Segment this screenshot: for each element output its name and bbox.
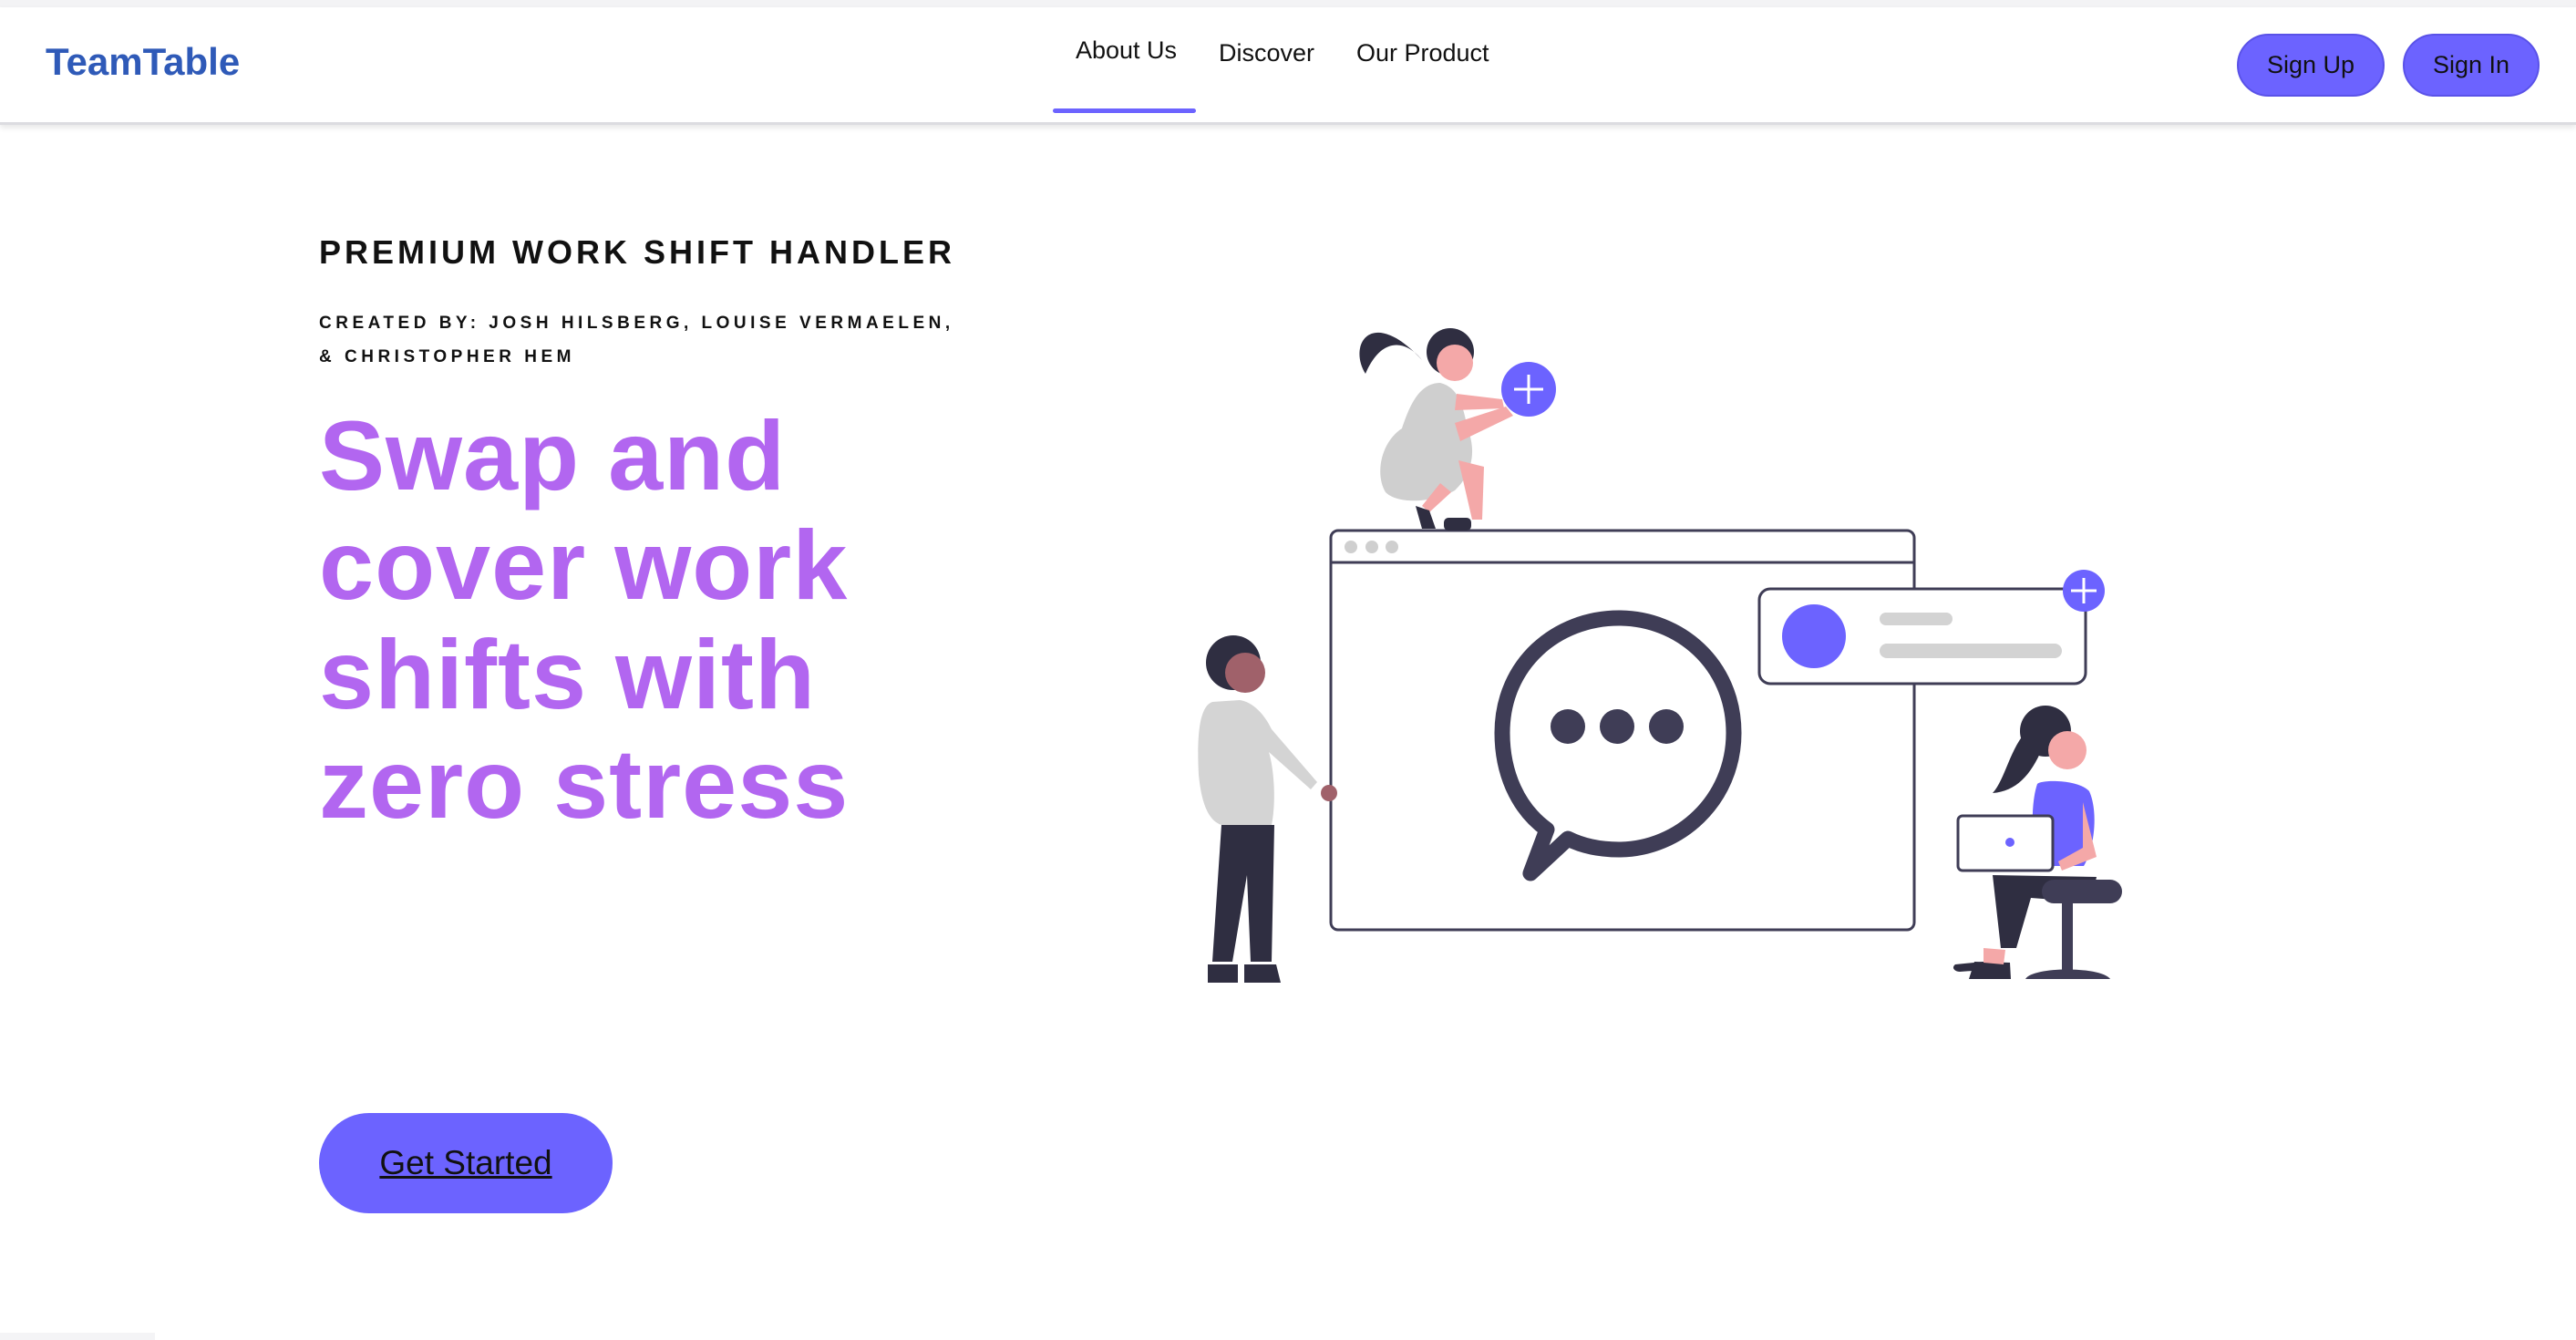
nav-discover[interactable]: Discover: [1219, 39, 1314, 67]
sign-up-button[interactable]: Sign Up: [2237, 34, 2385, 97]
sign-in-button[interactable]: Sign In: [2403, 34, 2540, 97]
nav-our-product[interactable]: Our Product: [1356, 39, 1489, 67]
navbar: TeamTable About Us Discover Our Product …: [0, 7, 2576, 125]
hero-headline: Swap and cover work shifts with zero str…: [319, 400, 850, 839]
top-edge: [0, 0, 2576, 7]
page: TeamTable About Us Discover Our Product …: [0, 0, 2576, 1340]
bottom-edge: [0, 1333, 155, 1340]
brand-logo[interactable]: TeamTable: [46, 40, 240, 84]
nav-active-indicator: [1053, 108, 1196, 113]
credits-line: CREATED BY: JOSH HILSBERG, LOUISE VERMAE…: [319, 314, 954, 366]
product-eyebrow: PREMIUM WORK SHIFT HANDLER: [319, 233, 955, 271]
woman-with-laptop-figure: [1953, 706, 2122, 979]
woman-on-window-figure: [1359, 328, 1556, 531]
man-standing-figure: [1198, 635, 1337, 983]
nav-about-us[interactable]: About Us: [1076, 36, 1177, 65]
get-started-button[interactable]: Get Started: [319, 1113, 613, 1213]
hero-illustration: [1198, 328, 2122, 983]
